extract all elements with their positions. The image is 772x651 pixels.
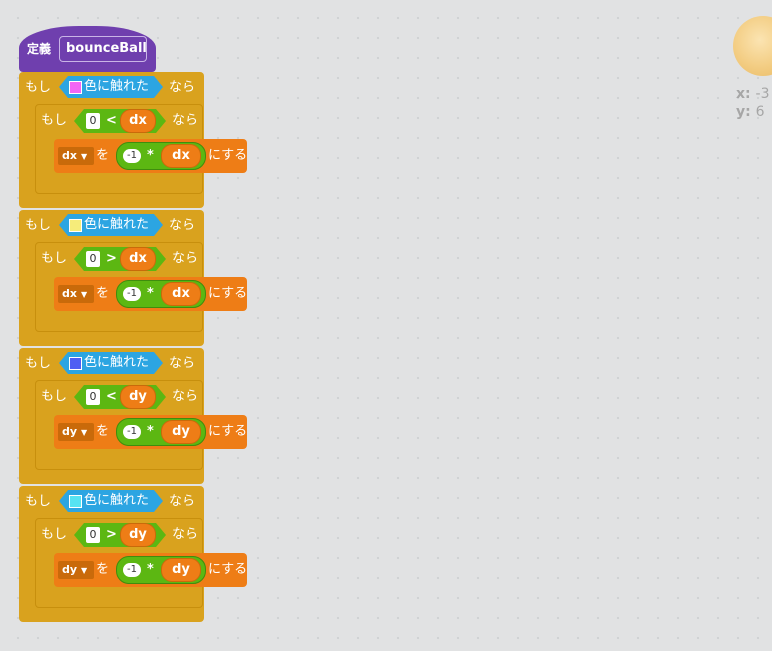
color-swatch[interactable] [69, 357, 82, 370]
chevron-down-icon: ▼ [80, 152, 88, 161]
variable-dropdown[interactable]: dy ▼ [58, 561, 94, 579]
variable-dropdown[interactable]: dx ▼ [58, 285, 94, 303]
multiply-symbol: * [147, 286, 154, 301]
then-label: なら [169, 494, 196, 509]
chevron-down-icon: ▼ [81, 428, 88, 437]
touching-label: 色に触れた [84, 217, 150, 232]
set-to-label: を [96, 148, 110, 163]
if-label: もし [25, 218, 52, 233]
if-label: もし [41, 389, 68, 404]
touching-label: 色に触れた [84, 79, 150, 94]
then-label: なら [169, 80, 196, 95]
touching-label: 色に触れた [84, 355, 150, 370]
compare-left-input[interactable]: 0 [86, 527, 100, 543]
if-label: もし [25, 80, 52, 95]
multiply-symbol: * [147, 424, 154, 439]
if-label: もし [41, 251, 68, 266]
variable-reporter[interactable]: dy [161, 558, 201, 582]
then-label: なら [172, 527, 199, 542]
touching-label: 色に触れた [84, 493, 150, 508]
then-label: なら [169, 218, 196, 233]
compare-operator[interactable]: 0 < dy [74, 385, 166, 409]
touching-color-sensor[interactable]: 色に触れた [59, 76, 163, 98]
set-verb-label: にする [208, 562, 248, 577]
compare-operator[interactable]: 0 > dy [74, 523, 166, 547]
compare-symbol: < [106, 113, 117, 128]
if-block-touching-color[interactable]: もし 色に触れた なら もし 0 < dx なら dx ▼ を -1 * dx … [19, 72, 247, 208]
if-block-touching-color[interactable]: もし 色に触れた なら もし 0 > dx なら dx ▼ を -1 * dx … [19, 210, 247, 346]
set-to-label: を [96, 424, 110, 439]
define-name-box[interactable]: bounceBall [59, 36, 147, 62]
variable-dropdown[interactable]: dy ▼ [58, 423, 94, 441]
multiply-operator[interactable]: -1 * dy [116, 556, 206, 584]
if-label: もし [41, 113, 68, 128]
set-variable-block[interactable]: dx ▼ を -1 * dx にする [54, 139, 247, 173]
factor-input[interactable]: -1 [123, 563, 141, 577]
compare-left-input[interactable]: 0 [86, 113, 100, 129]
if-block-touching-color[interactable]: もし 色に触れた なら もし 0 > dy なら dy ▼ を -1 * dy … [19, 486, 247, 622]
variable-dropdown[interactable]: dx ▼ [58, 147, 94, 165]
define-block[interactable]: 定義 bounceBall [19, 26, 156, 72]
set-variable-block[interactable]: dx ▼ を -1 * dx にする [54, 277, 247, 311]
touching-color-sensor[interactable]: 色に触れた [59, 214, 163, 236]
compare-operator[interactable]: 0 > dx [74, 247, 166, 271]
sprite-thumbnail[interactable] [733, 16, 772, 76]
variable-reporter[interactable]: dx [161, 282, 201, 306]
set-to-label: を [96, 562, 110, 577]
define-name: bounceBall [66, 41, 147, 56]
if-block-touching-color[interactable]: もし 色に触れた なら もし 0 < dy なら dy ▼ を -1 * dy … [19, 348, 247, 484]
chevron-down-icon: ▼ [80, 290, 88, 299]
if-block-compare[interactable]: もし 0 > dx なら dx ▼ を -1 * dx にする [35, 242, 247, 332]
variable-reporter[interactable]: dy [120, 523, 156, 547]
factor-input[interactable]: -1 [123, 287, 141, 301]
then-label: なら [172, 251, 199, 266]
multiply-operator[interactable]: -1 * dy [116, 418, 206, 446]
set-variable-block[interactable]: dy ▼ を -1 * dy にする [54, 415, 247, 449]
color-swatch[interactable] [69, 81, 82, 94]
compare-left-input[interactable]: 0 [86, 251, 100, 267]
touching-color-sensor[interactable]: 色に触れた [59, 490, 163, 512]
if-label: もし [25, 494, 52, 509]
variable-reporter[interactable]: dy [161, 420, 201, 444]
color-swatch[interactable] [69, 495, 82, 508]
then-label: なら [169, 356, 196, 371]
variable-reporter[interactable]: dx [120, 109, 156, 133]
sprite-x-readout: x: -3 [736, 86, 770, 102]
set-variable-block[interactable]: dy ▼ を -1 * dy にする [54, 553, 247, 587]
then-label: なら [172, 389, 199, 404]
multiply-operator[interactable]: -1 * dx [116, 142, 206, 170]
set-to-label: を [96, 286, 110, 301]
compare-symbol: > [106, 527, 117, 542]
compare-operator[interactable]: 0 < dx [74, 109, 166, 133]
touching-color-sensor[interactable]: 色に触れた [59, 352, 163, 374]
variable-reporter[interactable]: dy [120, 385, 156, 409]
compare-symbol: > [106, 251, 117, 266]
if-label: もし [25, 356, 52, 371]
multiply-symbol: * [147, 562, 154, 577]
if-block-compare[interactable]: もし 0 < dx なら dx ▼ を -1 * dx にする [35, 104, 247, 194]
if-block-compare[interactable]: もし 0 > dy なら dy ▼ を -1 * dy にする [35, 518, 247, 608]
factor-input[interactable]: -1 [123, 149, 141, 163]
variable-reporter[interactable]: dx [161, 144, 201, 168]
define-keyword: 定義 [27, 42, 52, 56]
compare-left-input[interactable]: 0 [86, 389, 100, 405]
multiply-operator[interactable]: -1 * dx [116, 280, 206, 308]
chevron-down-icon: ▼ [81, 566, 88, 575]
if-block-compare[interactable]: もし 0 < dy なら dy ▼ を -1 * dy にする [35, 380, 247, 470]
set-verb-label: にする [208, 148, 248, 163]
variable-reporter[interactable]: dx [120, 247, 156, 271]
color-swatch[interactable] [69, 219, 82, 232]
if-label: もし [41, 527, 68, 542]
compare-symbol: < [106, 389, 117, 404]
set-verb-label: にする [208, 424, 248, 439]
then-label: なら [172, 113, 199, 128]
multiply-symbol: * [147, 148, 154, 163]
factor-input[interactable]: -1 [123, 425, 141, 439]
sprite-y-readout: y: 6 [736, 104, 765, 120]
set-verb-label: にする [208, 286, 248, 301]
